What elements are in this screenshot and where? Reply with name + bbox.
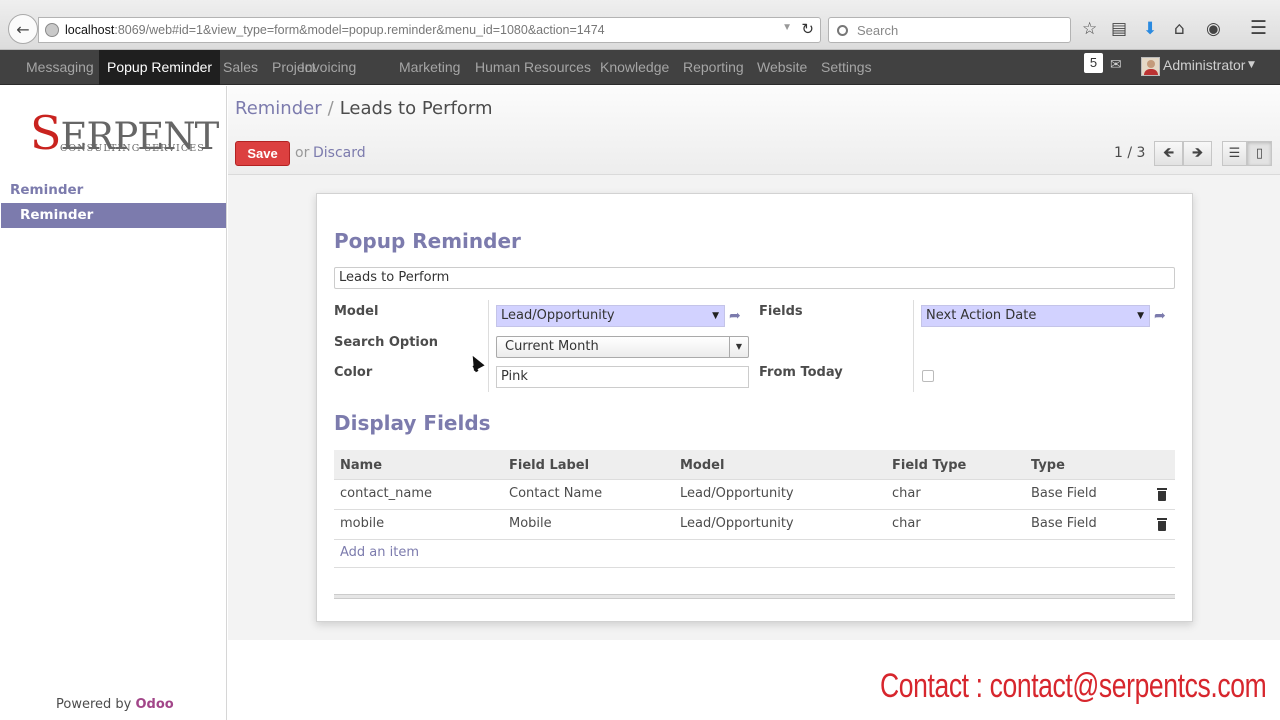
sheet-footer-divider: [334, 594, 1175, 599]
address-bar[interactable]: localhost:8069/web#id=1&view_type=form&m…: [38, 17, 821, 43]
download-icon[interactable]: ⬇: [1143, 19, 1157, 39]
menu-settings[interactable]: Settings: [813, 50, 880, 85]
messaging-icon[interactable]: ✉: [1110, 57, 1122, 73]
cell-model: Lead/Opportunity: [680, 486, 794, 501]
globe-icon: [45, 23, 59, 37]
menu-messaging[interactable]: Messaging: [18, 50, 102, 85]
color-field[interactable]: Pink: [496, 366, 749, 388]
user-menu[interactable]: Administrator: [1163, 57, 1245, 73]
cell-model: Lead/Opportunity: [680, 516, 794, 531]
reading-list-icon[interactable]: ▤: [1111, 19, 1127, 39]
page-title: Leads to Perform: [339, 98, 493, 119]
main-content: Reminder / Leads to Perform Save or Discar…: [228, 86, 1280, 640]
menu-website[interactable]: Website: [749, 50, 815, 85]
cell-field-label: Mobile: [509, 516, 552, 531]
powered-by: Powered by Odoo: [56, 697, 174, 712]
menu-popup-reminder[interactable]: Popup Reminder: [99, 50, 221, 85]
model-field[interactable]: Lead/Opportunity ▼: [496, 305, 725, 327]
search-icon: [837, 24, 848, 36]
logo-subtitle: CONSULTING SERVICES: [60, 143, 205, 154]
left-sidebar: SERPENT CONSULTING SERVICES Reminder Rem…: [0, 86, 227, 720]
chat-bubble-icon[interactable]: ◉: [1206, 19, 1221, 39]
add-item-link[interactable]: Add an item: [334, 540, 1175, 568]
external-link-icon[interactable]: ➦: [729, 308, 741, 324]
browser-toolbar: ← localhost:8069/web#id=1&view_type=form…: [0, 0, 1280, 50]
cell-name: mobile: [340, 516, 385, 531]
control-panel: Reminder / Leads to Perform Save or Discar…: [228, 86, 1280, 175]
divider: [913, 300, 914, 392]
bookmark-star-icon[interactable]: ☆: [1082, 19, 1097, 39]
display-fields-title: Display Fields: [334, 411, 491, 435]
home-icon[interactable]: ⌂: [1174, 19, 1185, 39]
model-label: Model: [334, 304, 379, 319]
sidebar-item-reminder[interactable]: Reminder: [1, 203, 226, 228]
column-model[interactable]: Model: [680, 458, 724, 473]
menu-human-resources[interactable]: Human Resources: [467, 50, 599, 85]
cell-field-type: char: [892, 486, 921, 501]
cell-type: Base Field: [1031, 486, 1097, 501]
breadcrumb: Reminder / Leads to Perform: [235, 98, 493, 119]
url-host: localhost: [65, 23, 115, 37]
external-link-icon[interactable]: ➦: [1154, 308, 1166, 324]
discard-button[interactable]: Discard: [313, 145, 366, 161]
menu-knowledge[interactable]: Knowledge: [592, 50, 677, 85]
display-fields-table: Name Field Label Model Field Type Type c…: [334, 450, 1175, 568]
column-name[interactable]: Name: [340, 458, 382, 473]
or-text: or: [295, 145, 310, 161]
cell-field-type: char: [892, 516, 921, 531]
contact-watermark: Contact : contact@serpentcs.com: [880, 667, 1267, 705]
pager-next-icon[interactable]: 🡺: [1183, 141, 1212, 166]
fields-label: Fields: [759, 304, 803, 319]
form-view-icon[interactable]: ▯: [1247, 141, 1272, 166]
menu-sales[interactable]: Sales: [215, 50, 266, 85]
avatar[interactable]: [1141, 57, 1160, 76]
cell-name: contact_name: [340, 486, 433, 501]
save-button[interactable]: Save: [235, 141, 290, 166]
from-today-label: From Today: [759, 365, 843, 380]
trash-icon[interactable]: [1157, 488, 1167, 501]
color-label: Color: [334, 365, 373, 380]
pager-previous-icon[interactable]: 🡸: [1154, 141, 1183, 166]
url-dropdown-icon[interactable]: ▼: [782, 22, 792, 33]
search-option-label: Search Option: [334, 335, 439, 350]
trash-icon[interactable]: [1157, 518, 1167, 531]
sidebar-section-reminder: Reminder: [10, 182, 84, 198]
company-logo[interactable]: SERPENT CONSULTING SERVICES: [28, 106, 219, 166]
form-sheet: Popup Reminder Leads to Perform Model Le…: [316, 193, 1193, 622]
back-arrow-icon[interactable]: ←: [8, 14, 38, 44]
chevron-down-icon: ▼: [712, 311, 719, 321]
breadcrumb-parent[interactable]: Reminder: [235, 98, 322, 119]
column-field-type[interactable]: Field Type: [892, 458, 966, 473]
search-option-select[interactable]: Current Month ▼: [496, 336, 749, 358]
menu-reporting[interactable]: Reporting: [675, 50, 752, 85]
menu-marketing[interactable]: Marketing: [391, 50, 468, 85]
column-field-label[interactable]: Field Label: [509, 458, 589, 473]
chevron-down-icon: ▼: [729, 337, 748, 357]
table-header: Name Field Label Model Field Type Type: [334, 450, 1175, 480]
cell-type: Base Field: [1031, 516, 1097, 531]
reload-icon[interactable]: ↻: [801, 20, 814, 38]
form-title: Popup Reminder: [334, 229, 521, 253]
cell-field-label: Contact Name: [509, 486, 603, 501]
chevron-down-icon: ▼: [1137, 311, 1144, 321]
divider: [488, 300, 489, 392]
menu-invoicing[interactable]: Invoicing: [293, 50, 364, 85]
url-path: :8069/web#id=1&view_type=form&model=popu…: [114, 23, 605, 37]
chevron-down-icon: ▼: [1248, 60, 1255, 70]
column-type[interactable]: Type: [1031, 458, 1065, 473]
name-field[interactable]: Leads to Perform: [334, 267, 1175, 289]
browser-search-placeholder: Search: [857, 22, 899, 38]
odoo-link[interactable]: Odoo: [136, 697, 174, 712]
list-view-icon[interactable]: ☰: [1222, 141, 1247, 166]
browser-search-input[interactable]: Search: [828, 17, 1071, 43]
menu-hamburger-icon[interactable]: ☰: [1250, 17, 1267, 39]
notification-badge[interactable]: 5: [1084, 53, 1103, 73]
fields-field[interactable]: Next Action Date ▼: [921, 305, 1150, 327]
table-row[interactable]: mobile Mobile Lead/Opportunity char Base…: [334, 510, 1175, 540]
pager-value[interactable]: 1 / 3: [1114, 145, 1145, 161]
from-today-checkbox[interactable]: [922, 370, 934, 382]
table-row[interactable]: contact_name Contact Name Lead/Opportuni…: [334, 480, 1175, 510]
